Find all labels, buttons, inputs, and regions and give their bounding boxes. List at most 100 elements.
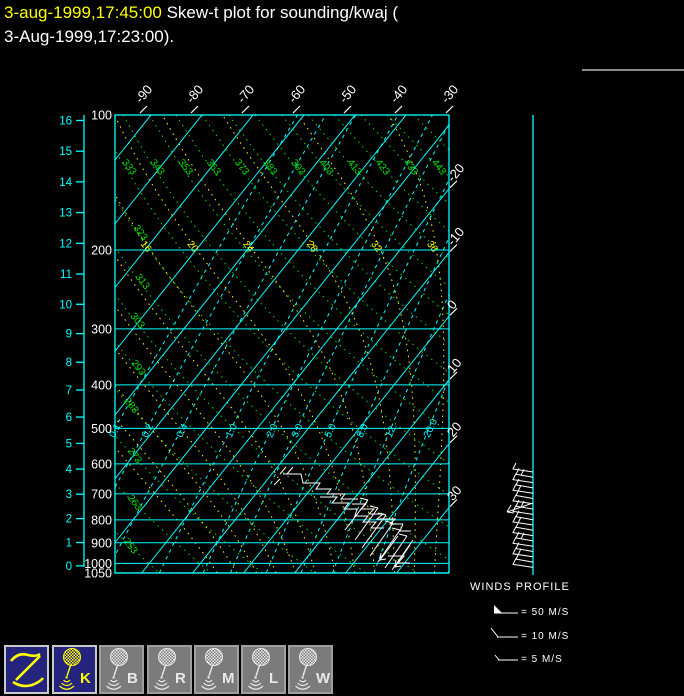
wind-barb — [512, 515, 534, 526]
dry-adiabat-line — [254, 115, 449, 316]
height-axis-label: 9 — [66, 329, 72, 341]
mixing-ratio-label: 2.0 — [265, 422, 281, 440]
pressure-axis-label: 600 — [91, 457, 112, 471]
height-axis-label: 8 — [66, 357, 72, 369]
pressure-axis-label: 900 — [91, 536, 112, 550]
dry-adiabat-label: 283 — [121, 396, 140, 416]
isotherm-top-label: -30 — [438, 82, 462, 106]
moist-adiabat-label: 36 — [424, 239, 440, 255]
dry-adiabat-label: 333 — [119, 158, 138, 178]
wind-barb — [512, 547, 534, 558]
moist-adiabat-line — [115, 417, 238, 573]
height-axis-label: 10 — [59, 299, 72, 311]
wind-barb — [515, 468, 534, 478]
dry-adiabat-label: 373 — [232, 158, 251, 178]
wind-barb — [512, 483, 534, 494]
dry-adiabat-label: 363 — [204, 158, 223, 178]
isotherm-tick — [394, 105, 403, 114]
isotherm-right-label: -20 — [444, 161, 468, 185]
isotherm-top-label: -50 — [336, 82, 360, 106]
dry-adiabat-line — [115, 482, 212, 573]
toolbar-button-station-w[interactable]: W — [288, 645, 333, 694]
wind-barb — [512, 558, 534, 568]
isotherm-line — [115, 124, 449, 544]
isotherm-line — [115, 115, 356, 416]
mixing-ratio-label: 12. — [384, 422, 400, 439]
button-letter: L — [269, 670, 278, 687]
full-barb-icon — [490, 627, 499, 638]
legend-10ms: = 10 M/S — [521, 631, 570, 642]
radiosonde-icon: R — [154, 648, 186, 690]
mixing-ratio-label: 5.0 — [323, 422, 339, 440]
sounding-trace — [286, 466, 294, 475]
isotherm-tick — [292, 105, 301, 114]
height-axis-label: 1 — [66, 538, 72, 550]
sounding-trace — [300, 473, 358, 500]
isotherm-right-label: 30 — [444, 483, 465, 504]
isotherm-line — [396, 506, 449, 573]
dry-adiabat-line — [281, 115, 449, 288]
dry-adiabat-line — [333, 115, 449, 232]
pressure-axis-label: 800 — [91, 513, 112, 527]
button-letter: B — [127, 670, 138, 687]
mixing-ratio-line — [202, 115, 433, 573]
pressure-axis-label: 700 — [91, 487, 112, 501]
wind-arrow-head — [506, 511, 515, 514]
height-axis-label: 14 — [59, 177, 72, 189]
dry-adiabat-label: 313 — [133, 272, 152, 292]
isotherm-tick — [343, 105, 352, 114]
isotherm-line — [115, 115, 254, 289]
toolbar-button-station-r[interactable]: R — [147, 645, 192, 694]
dry-adiabat-line — [115, 148, 449, 496]
isotherm-line — [192, 251, 449, 573]
moist-adiabat-label: 20 — [184, 239, 200, 255]
toolbar-button-station-m[interactable]: M — [194, 645, 239, 694]
sounding-trace — [273, 478, 281, 486]
moist-adiabat-line — [115, 446, 218, 573]
wind-barb — [515, 542, 534, 552]
button-letter: R — [175, 670, 186, 687]
sounding-trace — [369, 505, 379, 509]
toolbar-button-station-b[interactable]: B — [99, 645, 144, 694]
pressure-axis-label: 100 — [91, 109, 112, 123]
height-axis-label: 16 — [59, 115, 72, 127]
button-letter: W — [316, 670, 331, 687]
height-axis-label: 2 — [66, 514, 72, 526]
sounding-trace — [359, 497, 369, 501]
isotherm-top-label: -70 — [234, 82, 258, 106]
wind-barb — [515, 478, 534, 489]
pressure-axis-label: 1050 — [84, 566, 112, 580]
height-axis-label: 7 — [66, 385, 72, 397]
radiosonde-icon: B — [106, 648, 138, 690]
isotherm-right-label: 20 — [444, 419, 465, 440]
toolbar-button-station-k[interactable]: K — [52, 645, 97, 694]
isotherm-line — [115, 115, 407, 480]
plot-border — [114, 114, 450, 574]
skewt-chart-canvas: 0.1 0.2 0.4 1.0 2.0 3.0 5.0 8.0 12. 20.0253263273… — [0, 82, 534, 580]
bottom-toolbar: K B RM L W — [0, 643, 684, 696]
toolbar-button-station-l[interactable]: L — [241, 645, 286, 694]
flag-barb-icon — [494, 605, 502, 613]
dry-adiabat-label: 383 — [260, 158, 279, 178]
toolbar-button-zeb-logo[interactable] — [4, 645, 49, 694]
moist-adiabat-label: 28 — [304, 239, 320, 255]
height-axis-label: 4 — [66, 464, 73, 476]
wind-barb — [515, 531, 534, 542]
button-letter: K — [80, 670, 91, 687]
sounding-trace — [279, 466, 287, 475]
moist-adiabat-line — [115, 305, 297, 573]
wind-barb — [515, 552, 534, 563]
legend-50ms: = 50 M/S — [521, 607, 570, 618]
isotherm-line — [0, 115, 49, 573]
mixing-ratio-line — [229, 122, 449, 573]
height-axis-label: 0 — [66, 561, 72, 573]
wind-barb — [515, 521, 534, 531]
height-axis-label: 11 — [60, 269, 72, 281]
wind-barb — [512, 536, 534, 547]
dry-adiabat-line — [115, 387, 315, 573]
mixing-ratio-label: 0.2 — [140, 422, 156, 440]
dry-adiabat-line — [115, 246, 449, 561]
dry-adiabat-label: 433 — [401, 158, 420, 178]
isotherm-line — [243, 315, 449, 573]
mixing-ratio-label: 8.0 — [355, 422, 371, 440]
